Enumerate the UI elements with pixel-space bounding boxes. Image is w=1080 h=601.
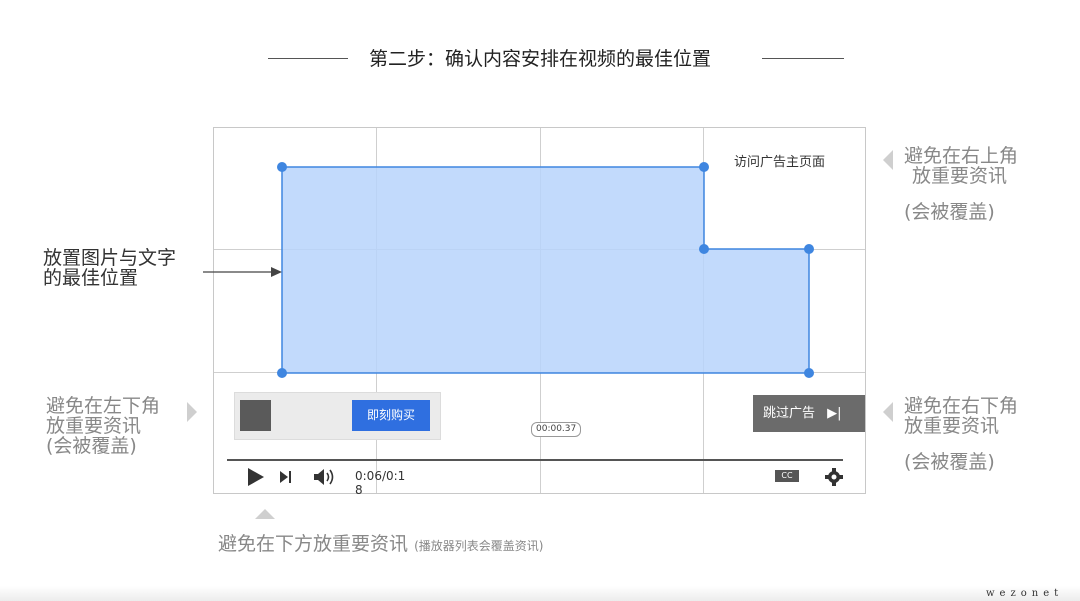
corner-handle	[699, 244, 709, 254]
label-line: 的最佳位置	[43, 267, 139, 289]
avoid-bottom-right-label: 避免在右下角 放重要资讯 (会被覆盖)	[904, 396, 1018, 472]
time-display-line: 0:06/0:1	[355, 469, 406, 483]
volume-button[interactable]	[312, 466, 336, 488]
corner-handle	[804, 244, 814, 254]
triangle-right-icon	[187, 402, 197, 422]
brand-logo: wezonet	[986, 588, 1064, 599]
play-button[interactable]	[246, 466, 266, 488]
safe-content-area	[281, 166, 810, 374]
closed-captions-button[interactable]: CC	[775, 470, 799, 482]
corner-handle	[804, 368, 814, 378]
pointer-arrow-head	[271, 267, 282, 277]
avoid-bottom-left-label: 避免在左下角 放重要资讯 (会被覆盖)	[46, 396, 160, 456]
safe-content-area-overlay	[187, 150, 977, 600]
label-line: 放重要资讯	[904, 415, 1000, 437]
triangle-left-icon	[883, 402, 893, 422]
triangle-up-icon	[255, 509, 275, 519]
progress-bar[interactable]	[227, 459, 843, 461]
triangle-left-icon	[883, 150, 893, 170]
label-main: 避免在下方放重要资讯	[218, 533, 409, 555]
skip-ad-label: 跳过广告	[763, 406, 816, 421]
place-content-label: 放置图片与文字 的最佳位置	[43, 248, 176, 288]
label-sub: (播放器列表会覆盖资讯)	[414, 539, 544, 553]
label-line: 避免在右上角	[904, 145, 1019, 167]
label-line: 放重要资讯	[46, 415, 142, 437]
skip-next-icon: ▶|	[827, 406, 842, 421]
label-line: 避免在右下角	[904, 395, 1019, 417]
buy-now-button[interactable]: 即刻购买	[352, 400, 430, 431]
label-line: (会被覆盖)	[904, 451, 995, 473]
banner-thumbnail	[240, 400, 271, 431]
time-display: 0:06/0:1 8	[355, 469, 415, 497]
skip-ad-button[interactable]: 跳过广告 ▶|	[753, 395, 865, 432]
avoid-top-right-label: 避免在右上角 放重要资讯 (会被覆盖)	[904, 146, 1018, 222]
label-line: 放重要资讯	[912, 165, 1008, 187]
visit-advertiser-link[interactable]: 访问广告主页面	[734, 151, 825, 170]
footer-bar	[0, 586, 1080, 601]
avoid-bottom-label: 避免在下方放重要资讯 (播放器列表会覆盖资讯)	[218, 529, 543, 556]
next-button[interactable]	[278, 466, 294, 488]
corner-handle	[277, 368, 287, 378]
label-line: (会被覆盖)	[904, 201, 995, 223]
time-display-line: 8	[355, 483, 363, 497]
label-line: (会被覆盖)	[46, 435, 137, 457]
timestamp-tooltip: 00:00.37	[531, 422, 582, 437]
corner-handle	[699, 162, 709, 172]
label-line: 放置图片与文字	[43, 247, 177, 269]
label-line: 避免在左下角	[46, 395, 161, 417]
corner-handle	[277, 162, 287, 172]
gear-icon[interactable]	[824, 467, 844, 487]
